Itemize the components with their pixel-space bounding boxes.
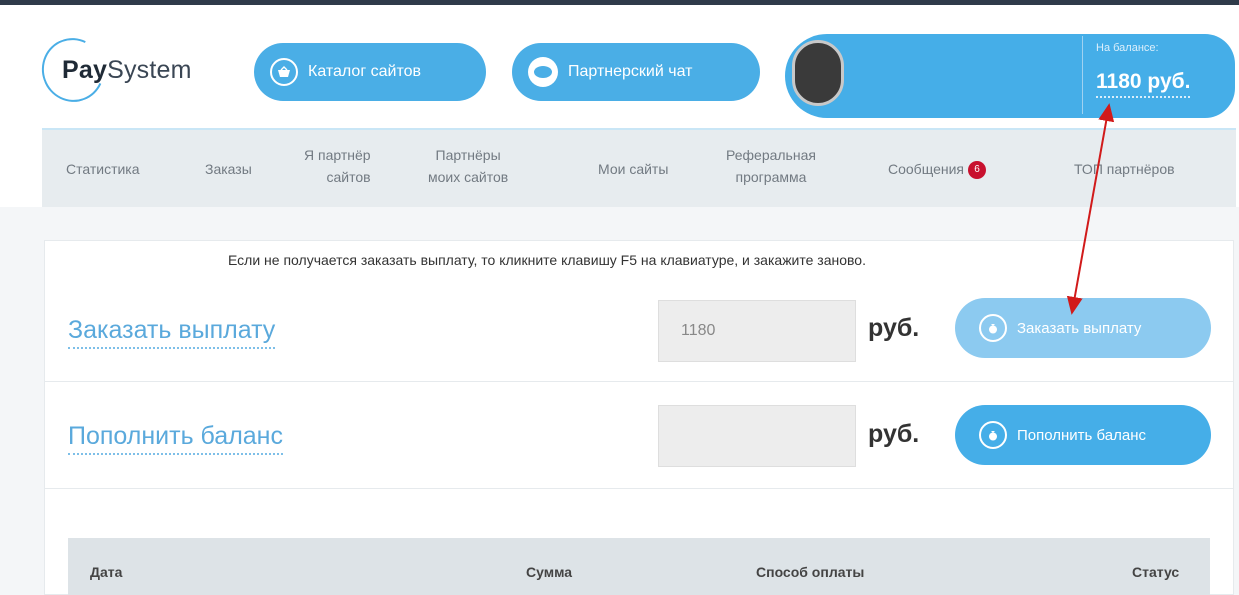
logo-text: PaySystem [62, 55, 192, 84]
nav-item-orders[interactable]: Заказы [205, 158, 252, 180]
row-divider [44, 381, 1234, 382]
nav-item-my-sites-partners[interactable]: Партнёры моих сайтов [428, 144, 508, 188]
payout-amount-input[interactable]: 1180 [658, 300, 856, 362]
column-date[interactable]: Дата [90, 564, 122, 580]
messages-badge: 6 [967, 161, 986, 180]
nav-item-statistics[interactable]: Статистика [66, 158, 140, 180]
nav-item-site-partner[interactable]: Я партнёр сайтов [304, 144, 371, 188]
f5-notice: Если не получается заказать выплату, то … [228, 252, 866, 268]
money-bag-icon [979, 314, 1007, 342]
order-payout-button[interactable]: Заказать выплату [955, 298, 1211, 358]
payout-currency: руб. [868, 314, 920, 342]
topup-amount-input[interactable] [658, 405, 856, 467]
nav-item-my-sites[interactable]: Мои сайты [598, 158, 668, 180]
partner-chat-button[interactable]: Партнерский чат [512, 43, 760, 101]
payout-title[interactable]: Заказать выплату [68, 316, 276, 349]
catalog-button[interactable]: Каталог сайтов [254, 43, 486, 101]
balance-label: На балансе: [1096, 42, 1159, 54]
main-nav: Статистика Заказы Я партнёр сайтов Партнё… [42, 130, 1236, 207]
column-status[interactable]: Статус [1132, 564, 1179, 580]
topup-balance-label: Пополнить баланс [1017, 426, 1146, 444]
column-payment-method[interactable]: Способ оплаты [756, 564, 864, 580]
row-divider [44, 488, 1234, 489]
order-payout-label: Заказать выплату [1017, 319, 1142, 337]
chat-bubble-icon [528, 57, 558, 87]
balance-value[interactable]: 1180 руб. [1096, 70, 1191, 98]
nav-item-messages[interactable]: Сообщения 6 [888, 158, 986, 180]
nav-item-referral[interactable]: Реферальная программа [726, 144, 816, 188]
topup-balance-button[interactable]: Пополнить баланс [955, 405, 1211, 465]
payments-table-header: Дата Сумма Способ оплаты Статус [68, 538, 1210, 595]
basket-icon [270, 58, 298, 86]
chat-label: Партнерский чат [568, 63, 693, 80]
topup-currency: руб. [868, 420, 920, 448]
column-amount[interactable]: Сумма [526, 564, 572, 580]
top-border [0, 0, 1239, 5]
catalog-label: Каталог сайтов [308, 63, 421, 80]
balance-divider [1082, 36, 1083, 114]
nav-item-top-partners[interactable]: ТОП партнёров [1074, 158, 1175, 180]
topup-title[interactable]: Пополнить баланс [68, 422, 283, 455]
money-bag-icon [979, 421, 1007, 449]
avatar[interactable] [792, 40, 844, 106]
logo[interactable]: PaySystem [32, 29, 191, 111]
